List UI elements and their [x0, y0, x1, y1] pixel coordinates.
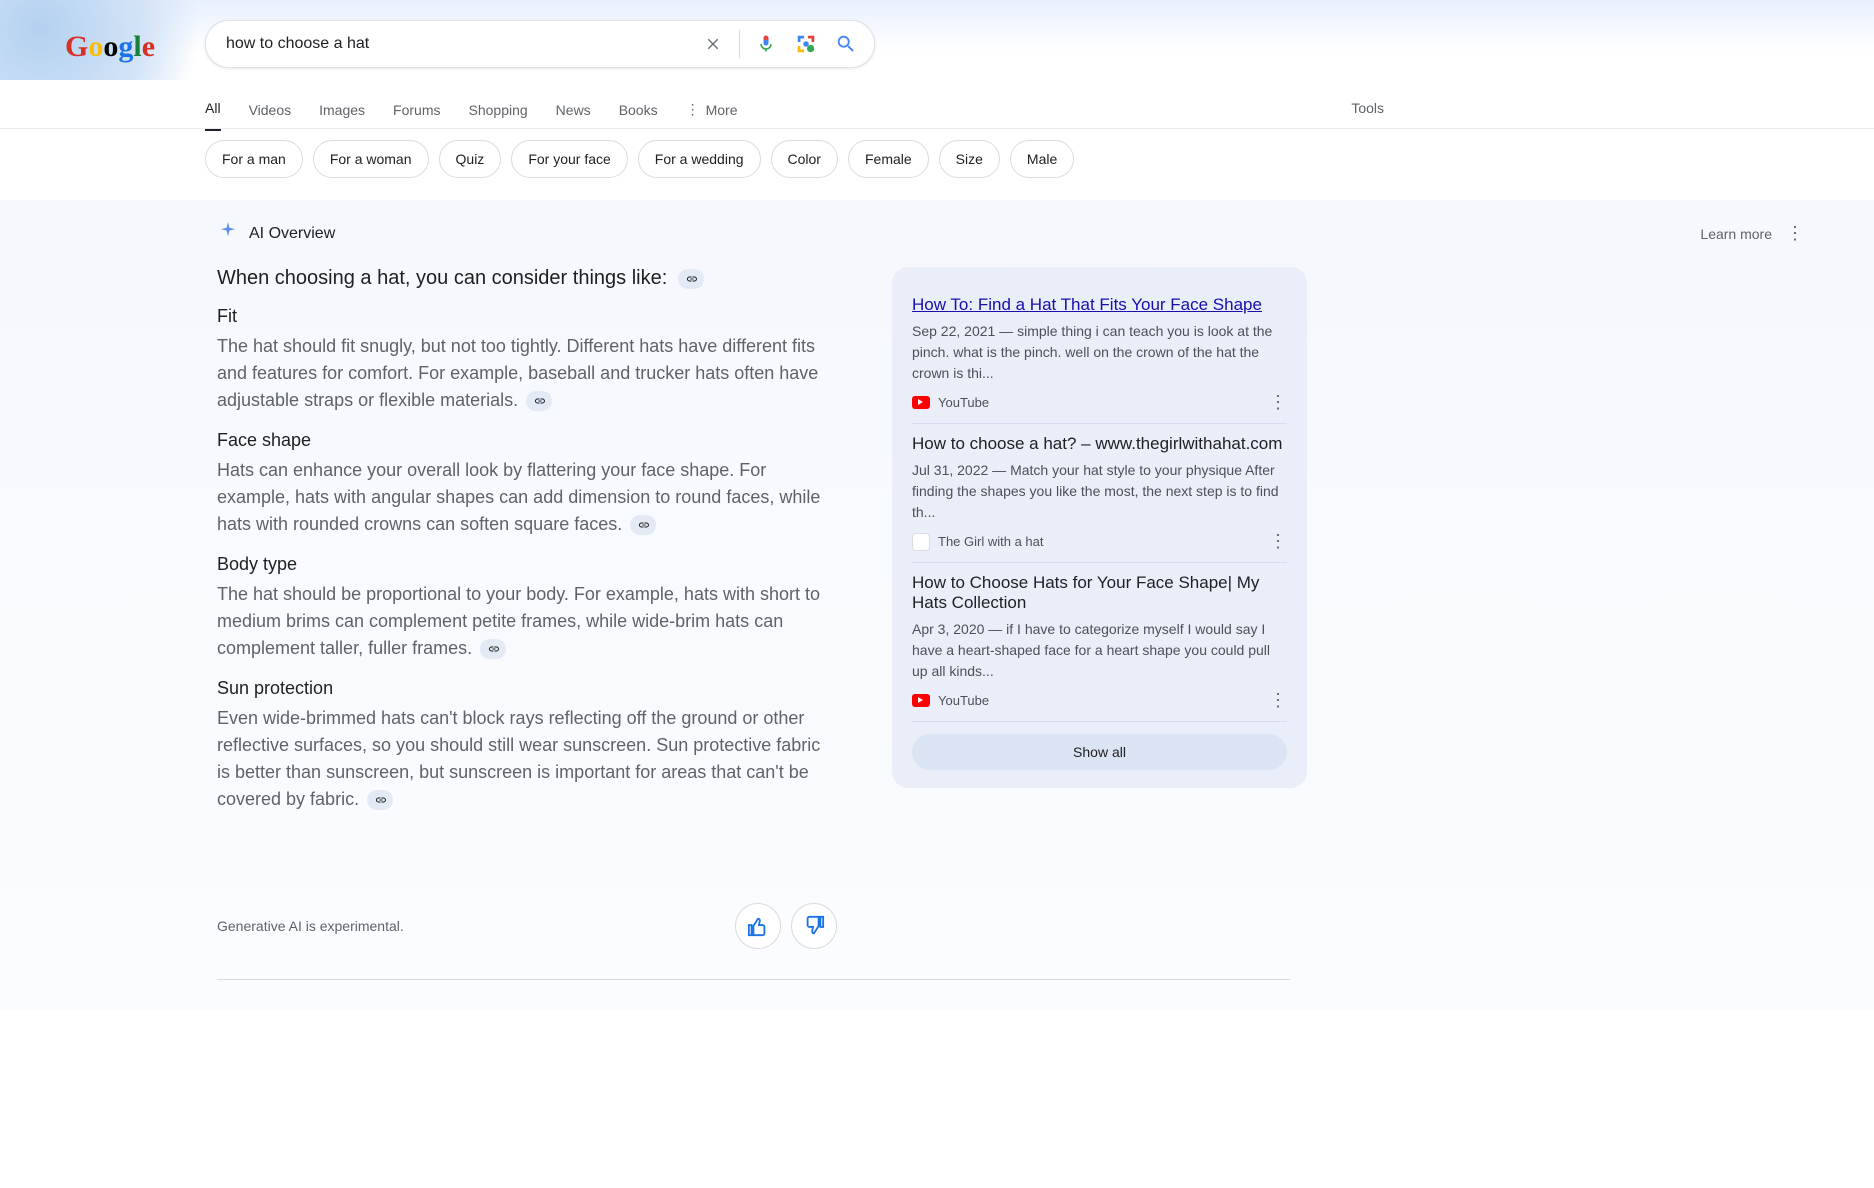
source-3-site: YouTube	[938, 693, 989, 708]
citation-link-icon[interactable]	[367, 790, 393, 810]
search-bar[interactable]	[205, 20, 875, 68]
thumbs-up-button[interactable]	[735, 903, 781, 949]
section-sun-body: Even wide-brimmed hats can't block rays …	[217, 708, 820, 809]
section-face-title: Face shape	[217, 430, 837, 451]
sources-panel: How To: Find a Hat That Fits Your Face S…	[892, 267, 1307, 788]
source-1-site: YouTube	[938, 395, 989, 410]
show-all-button[interactable]: Show all	[912, 734, 1287, 770]
learn-more-link[interactable]: Learn more	[1700, 226, 1772, 242]
ai-disclaimer: Generative AI is experimental.	[217, 918, 404, 934]
section-fit-title: Fit	[217, 306, 837, 327]
source-1-title[interactable]: How To: Find a Hat That Fits Your Face S…	[912, 295, 1287, 315]
nav-tabs: All Videos Images Forums Shopping News B…	[205, 88, 738, 131]
tab-shopping[interactable]: Shopping	[469, 90, 528, 130]
overflow-icon[interactable]: ⋮	[1269, 690, 1287, 711]
chip-quiz[interactable]: Quiz	[439, 140, 502, 178]
ai-overview-label: AI Overview	[249, 225, 335, 243]
youtube-icon	[912, 694, 930, 707]
chip-for-a-wedding[interactable]: For a wedding	[638, 140, 761, 178]
chip-for-a-woman[interactable]: For a woman	[313, 140, 429, 178]
tab-more[interactable]: ⋮ More	[686, 89, 738, 130]
section-face-body: Hats can enhance your overall look by fl…	[217, 460, 820, 534]
divider	[0, 128, 1874, 129]
clear-icon[interactable]	[693, 24, 733, 64]
source-3-title[interactable]: How to Choose Hats for Your Face Shape| …	[912, 573, 1287, 613]
tab-books[interactable]: Books	[619, 90, 658, 130]
ai-intro-text: When choosing a hat, you can consider th…	[217, 267, 667, 290]
tab-news[interactable]: News	[556, 90, 591, 130]
tab-images[interactable]: Images	[319, 90, 365, 130]
overflow-icon[interactable]: ⋮	[1269, 392, 1287, 413]
search-icon[interactable]	[826, 24, 866, 64]
section-body-body: The hat should be proportional to your b…	[217, 584, 820, 658]
chip-size[interactable]: Size	[939, 140, 1000, 178]
chip-color[interactable]: Color	[771, 140, 838, 178]
citation-link-icon[interactable]	[526, 391, 552, 411]
source-1-snippet: Sep 22, 2021 — simple thing i can teach …	[912, 321, 1287, 384]
lens-icon[interactable]	[786, 24, 826, 64]
source-3-snippet: Apr 3, 2020 — if I have to categorize my…	[912, 619, 1287, 682]
mic-icon[interactable]	[746, 24, 786, 64]
chip-for-your-face[interactable]: For your face	[511, 140, 627, 178]
citation-link-icon[interactable]	[630, 515, 656, 535]
overflow-icon[interactable]: ⋮	[1786, 223, 1804, 244]
chip-female[interactable]: Female	[848, 140, 929, 178]
source-2-title[interactable]: How to choose a hat? – www.thegirlwithah…	[912, 434, 1287, 454]
section-sun-title: Sun protection	[217, 678, 837, 699]
sparkle-icon	[217, 220, 239, 247]
more-label: More	[706, 102, 738, 118]
divider	[217, 979, 1290, 980]
source-2-snippet: Jul 31, 2022 — Match your hat style to y…	[912, 460, 1287, 523]
chip-male[interactable]: Male	[1010, 140, 1074, 178]
thumbs-down-button[interactable]	[791, 903, 837, 949]
tab-all[interactable]: All	[205, 88, 221, 131]
section-fit-body: The hat should fit snugly, but not too t…	[217, 336, 818, 410]
google-logo[interactable]: Google	[65, 30, 155, 64]
tab-videos[interactable]: Videos	[249, 90, 292, 130]
source-2-site: The Girl with a hat	[938, 534, 1044, 549]
section-body-title: Body type	[217, 554, 837, 575]
divider	[739, 30, 740, 58]
citation-link-icon[interactable]	[678, 269, 704, 289]
citation-link-icon[interactable]	[480, 639, 506, 659]
chip-for-a-man[interactable]: For a man	[205, 140, 303, 178]
search-input[interactable]	[226, 35, 693, 53]
favicon-icon	[912, 533, 930, 551]
tools-button[interactable]: Tools	[1351, 100, 1384, 116]
youtube-icon	[912, 396, 930, 409]
filter-chips: For a man For a woman Quiz For your face…	[205, 140, 1074, 178]
more-dots-icon: ⋮	[686, 101, 700, 118]
overflow-icon[interactable]: ⋮	[1269, 531, 1287, 552]
tab-forums[interactable]: Forums	[393, 90, 440, 130]
